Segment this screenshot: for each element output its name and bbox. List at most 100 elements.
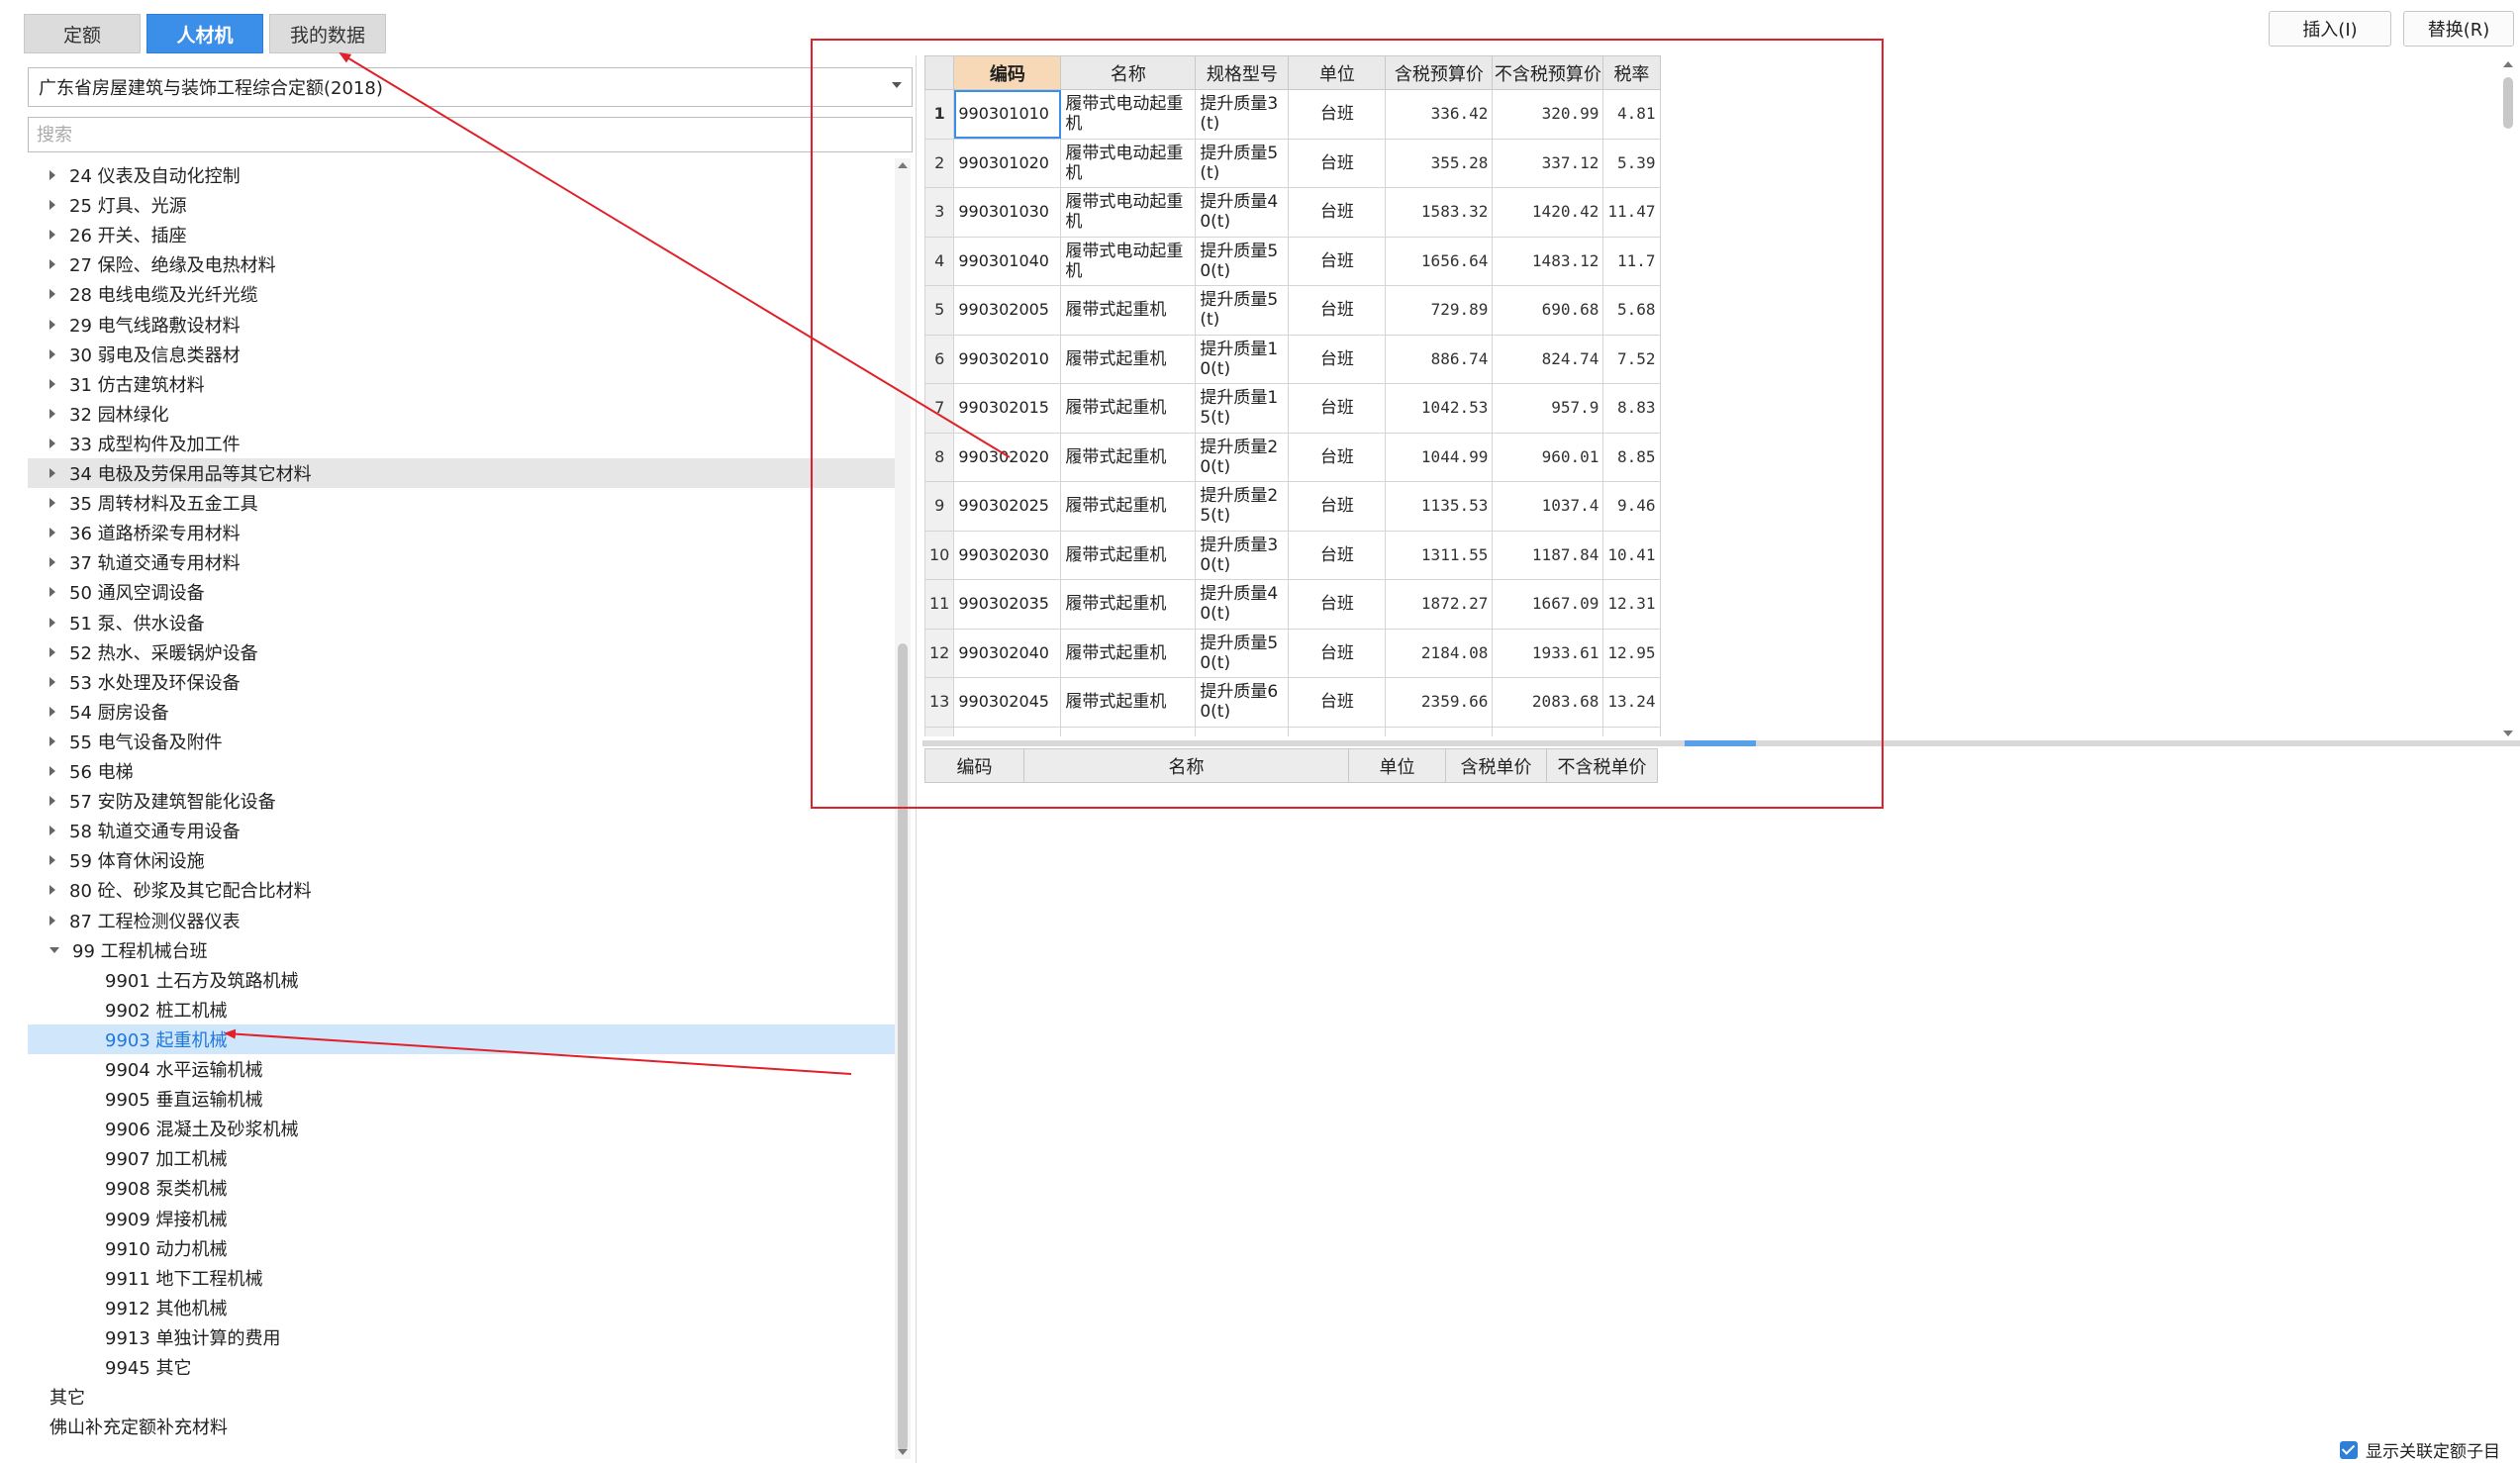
collapse-arrow-icon[interactable] — [49, 855, 55, 866]
cell-code[interactable] — [953, 726, 1062, 736]
cell-price-without-tax[interactable]: 1667.09 — [1492, 579, 1604, 630]
tree-item[interactable]: 30 弱电及信息类器材 — [28, 340, 907, 369]
cell-code[interactable]: 990302045 — [953, 677, 1062, 728]
cell-spec[interactable]: 提升质量 — [1195, 726, 1290, 736]
tree-item[interactable]: 29 电气线路敷设材料 — [28, 310, 907, 340]
collapse-arrow-icon[interactable] — [49, 259, 55, 270]
cell-spec[interactable]: 提升质量25(t) — [1195, 481, 1290, 532]
cell-tax-rate[interactable]: 5.39 — [1602, 138, 1661, 188]
table-row[interactable]: 8 990302020 履带式起重机 提升质量20(t) 台班 1044.99 960.01… — [924, 432, 1661, 482]
tree-item[interactable]: 32 园林绿化 — [28, 399, 907, 429]
cell-price-without-tax[interactable]: 2083.68 — [1492, 677, 1604, 728]
table-row[interactable]: 1 990301010 履带式电动起重机 提升质量3(t) 台班 336.42 320.99… — [924, 89, 1661, 140]
tree-item[interactable]: 99 工程机械台班 — [28, 935, 907, 965]
tree-item[interactable]: 31 仿古建筑材料 — [28, 369, 907, 399]
cell-code[interactable]: 990301040 — [953, 236, 1062, 286]
cell-tax-rate[interactable]: 8.83 — [1602, 383, 1661, 434]
tree-item[interactable]: 24 仪表及自动化控制 — [28, 160, 907, 190]
tree-item[interactable]: 56 电梯 — [28, 756, 907, 786]
cell-price-with-tax[interactable]: 729.89 — [1385, 285, 1494, 336]
lower-header-price-without-tax[interactable]: 不含税单价 — [1546, 748, 1658, 783]
collapse-arrow-icon[interactable] — [49, 557, 55, 568]
cell-tax-rate[interactable]: 12.95 — [1602, 628, 1661, 678]
tree-item[interactable]: 55 电气设备及附件 — [28, 727, 907, 756]
tree-item[interactable]: 9905 垂直运输机械 — [28, 1084, 907, 1114]
collapse-arrow-icon[interactable] — [49, 646, 55, 657]
cell-unit[interactable]: 台班 — [1288, 285, 1387, 336]
table-row[interactable]: 2 990301020 履带式电动起重机 提升质量5(t) 台班 355.28 337.12… — [924, 138, 1661, 188]
cell-price-without-tax[interactable]: 337.12 — [1492, 138, 1604, 188]
tree-item[interactable]: 9901 土石方及筑路机械 — [28, 965, 907, 995]
tree-item[interactable]: 9945 其它 — [28, 1352, 907, 1382]
collapse-arrow-icon[interactable] — [49, 438, 55, 448]
cell-spec[interactable]: 提升质量10(t) — [1195, 334, 1290, 384]
table-row[interactable]: 13 990302045 履带式起重机 提升质量60(t) 台班 2359.66 2083.… — [924, 677, 1661, 728]
table-row[interactable]: 7 990302015 履带式起重机 提升质量15(t) 台班 1042.53 957.9 8… — [924, 383, 1661, 434]
cell-unit[interactable]: 台班 — [1288, 432, 1387, 482]
tree-item[interactable]: 26 开关、插座 — [28, 220, 907, 249]
cell-price-with-tax[interactable]: 2184.08 — [1385, 628, 1494, 678]
scroll-thumb[interactable] — [898, 643, 908, 1451]
cell-price-without-tax[interactable]: 1483.12 — [1492, 236, 1604, 286]
cell-code[interactable]: 990302015 — [953, 383, 1062, 434]
cell-price-without-tax[interactable]: 957.9 — [1492, 383, 1604, 434]
cell-name[interactable]: 履带式起重机 — [1060, 579, 1197, 630]
collapse-arrow-icon[interactable] — [49, 826, 55, 836]
cell-name[interactable] — [1060, 726, 1197, 736]
tree-item[interactable]: 佛山补充定额补充材料 — [28, 1412, 907, 1441]
header-code[interactable]: 编码 — [953, 55, 1062, 90]
cell-code[interactable]: 990301030 — [953, 187, 1062, 238]
collapse-arrow-icon[interactable] — [49, 348, 55, 359]
scroll-up-icon[interactable] — [898, 162, 908, 168]
header-name[interactable]: 名称 — [1060, 55, 1197, 90]
cell-unit[interactable]: 台班 — [1288, 677, 1387, 728]
cell-code[interactable]: 990302040 — [953, 628, 1062, 678]
table-row[interactable]: 4 990301040 履带式电动起重机 提升质量50(t) 台班 1656.64 1483… — [924, 236, 1661, 286]
grid-scrollbar[interactable] — [2500, 59, 2516, 738]
collapse-arrow-icon[interactable] — [49, 170, 55, 180]
cell-price-without-tax[interactable]: 1933.61 — [1492, 628, 1604, 678]
tree-item[interactable]: 28 电线电缆及光纤光缆 — [28, 279, 907, 309]
tree-scrollbar[interactable] — [895, 158, 911, 1459]
cell-code[interactable]: 990302020 — [953, 432, 1062, 482]
tree-item[interactable]: 80 砼、砂浆及其它配合比材料 — [28, 875, 907, 905]
tree-item[interactable]: 9911 地下工程机械 — [28, 1263, 907, 1293]
tab-labor-material-machine[interactable]: 人材机 — [146, 14, 263, 53]
scroll-down-icon[interactable] — [898, 1449, 908, 1455]
cell-spec[interactable]: 提升质量40(t) — [1195, 579, 1290, 630]
collapse-arrow-icon[interactable] — [49, 408, 55, 419]
collapse-arrow-icon[interactable] — [49, 796, 55, 807]
quota-library-select[interactable]: 广东省房屋建筑与装饰工程综合定额(2018) — [28, 67, 913, 107]
cell-unit[interactable]: 台班 — [1288, 236, 1387, 286]
tree-item[interactable]: 其它 — [28, 1382, 907, 1412]
collapse-arrow-icon[interactable] — [49, 676, 55, 687]
header-spec[interactable]: 规格型号 — [1195, 55, 1290, 90]
cell-price-with-tax[interactable] — [1385, 726, 1494, 736]
cell-code[interactable]: 990301020 — [953, 138, 1062, 188]
collapse-arrow-icon[interactable] — [49, 528, 55, 538]
checkbox-checked-icon[interactable] — [2340, 1440, 2358, 1459]
tree-item[interactable]: 51 泵、供水设备 — [28, 608, 907, 637]
cell-spec[interactable]: 提升质量3(t) — [1195, 89, 1290, 140]
search-input[interactable] — [28, 117, 913, 152]
tree-item[interactable]: 52 热水、采暖锅炉设备 — [28, 637, 907, 667]
collapse-arrow-icon[interactable] — [49, 915, 55, 926]
lower-header-code[interactable]: 编码 — [924, 748, 1024, 783]
tree-item[interactable]: 9912 其他机械 — [28, 1293, 907, 1322]
cell-price-without-tax[interactable] — [1492, 726, 1604, 736]
cell-price-with-tax[interactable]: 336.42 — [1385, 89, 1494, 140]
cell-name[interactable]: 履带式起重机 — [1060, 481, 1197, 532]
tab-my-data[interactable]: 我的数据 — [269, 14, 386, 53]
header-price-with-tax[interactable]: 含税预算价 — [1385, 55, 1494, 90]
tree-item[interactable]: 9904 水平运输机械 — [28, 1054, 907, 1084]
cell-price-without-tax[interactable]: 1187.84 — [1492, 530, 1604, 580]
cell-name[interactable]: 履带式起重机 — [1060, 677, 1197, 728]
cell-code[interactable]: 990302035 — [953, 579, 1062, 630]
cell-name[interactable]: 履带式电动起重机 — [1060, 89, 1197, 140]
tree-item[interactable]: 87 工程检测仪器仪表 — [28, 906, 907, 935]
table-row[interactable]: 提升质量 — [924, 726, 1661, 736]
cell-name[interactable]: 履带式起重机 — [1060, 334, 1197, 384]
cell-unit[interactable]: 台班 — [1288, 579, 1387, 630]
cell-code[interactable]: 990302030 — [953, 530, 1062, 580]
collapse-arrow-icon[interactable] — [49, 735, 55, 746]
